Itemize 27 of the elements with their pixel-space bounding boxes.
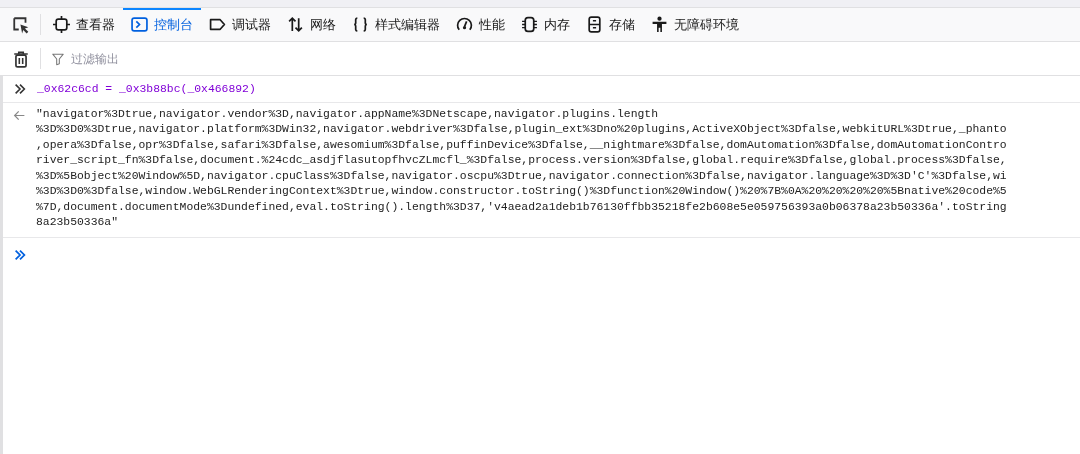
funnel-icon: [51, 51, 65, 66]
tab[interactable]: 无障碍环境: [643, 8, 747, 41]
braces-icon: [352, 16, 369, 33]
tab[interactable]: 网络: [279, 8, 344, 41]
console-icon: [131, 16, 148, 33]
tab[interactable]: 样式编辑器: [344, 8, 448, 41]
arrows-icon: [287, 16, 304, 33]
chip-icon: [53, 16, 70, 33]
tab[interactable]: 控制台: [123, 8, 201, 41]
person-icon: [651, 16, 668, 33]
gauge-icon: [456, 16, 473, 33]
tab[interactable]: 性能: [448, 8, 513, 41]
trash-icon: [12, 49, 30, 68]
cursor-icon: [12, 15, 30, 34]
tab[interactable]: 查看器: [45, 8, 123, 41]
chevrons-icon: [13, 247, 27, 262]
tab[interactable]: 存储: [578, 8, 643, 41]
filter-field[interactable]: 过滤输出: [69, 50, 273, 67]
arrow-left-icon: [13, 108, 26, 122]
chevrons-icon: [13, 82, 27, 96]
tag-icon: [209, 16, 226, 33]
console-command-text: _0x62c6cd = _0x3b88bc(_0x466892): [37, 82, 256, 97]
console-result: "navigator%3Dtrue,navigator.vendor%3D,navigator.appName%3DNetscape,navigator.plugins.length %3D%3D0%3Dtrue,navigator.platform%3DWin32,navigator.webdriver%3Dfalse,plugin_ext%3Dno%20plugins,ActiveXObject%3Dfalse,webkitURL%3Dtrue,_phanto ,opera%3Dfalse,opr%3Dfalse,safari%3Dfalse,awesomium%3Dfalse,puffinDevice%3Dfalse,__nightmare%3Dfalse,domAutomation%3Dfalse,domAutomationContro river_script_fn%3Dfalse,document.%24cdc_asdjflasutopfhvcZLmcfl_%3Dfalse,process.version%3Dfalse,global.require%3Dfalse,global.process%3Dfalse, %3D%5Bobject%20Window%5D,navigator.cpuClass%3Dfalse,navigator.oscpu%3Dtrue,navigator.connection%3Dfalse,navigator.language%3D%3D'C'%3Dfalse,wi %3D%3D0%3Dfalse,window.WebGLRenderingContext%3Dtrue,window.constructor.toString()%3Dfunction%20Window()%20%7B%0A%20%20%20%20%5Bnative%20code%5 %7D,document.documentMode%3Dundefined,eval.toString().length%3D37,'v4aead2a1deb1b76130ffbb35218fe2b608e5e059756393a0b06378a23b50336a'.toString 8a23b50336a": [36, 106, 1007, 230]
memory-chip-icon: [521, 16, 538, 33]
tab[interactable]: 调试器: [201, 8, 279, 41]
cabinet-icon: [586, 16, 603, 33]
tab[interactable]: 内存: [513, 8, 578, 41]
